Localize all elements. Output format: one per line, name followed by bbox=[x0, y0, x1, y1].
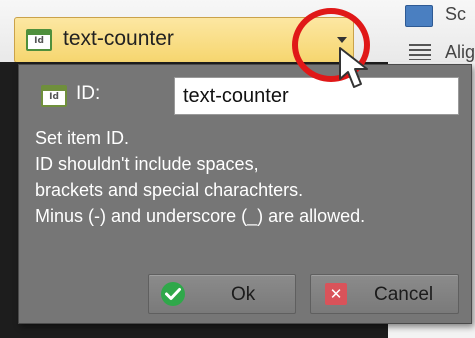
id-badge-icon: Id bbox=[26, 29, 52, 51]
align-icon[interactable] bbox=[409, 44, 431, 60]
id-help-text: Set item ID. ID shouldn't include spaces… bbox=[35, 125, 455, 229]
id-editor-popup: Id ID: Set item ID. ID shouldn't include… bbox=[18, 64, 472, 324]
ok-button[interactable]: Ok bbox=[148, 274, 296, 314]
help-line: ID shouldn't include spaces, bbox=[35, 154, 259, 174]
cancel-button-label: Cancel bbox=[374, 284, 434, 305]
ok-button-label: Ok bbox=[231, 284, 256, 305]
check-circle-icon bbox=[161, 282, 185, 306]
help-line: Minus (-) and underscore (_) are allowed… bbox=[35, 206, 366, 226]
id-field-label: ID: bbox=[76, 83, 101, 104]
help-line: Set item ID. bbox=[35, 128, 130, 148]
cancel-button[interactable]: ✕ Cancel bbox=[310, 274, 459, 314]
id-input[interactable] bbox=[174, 77, 459, 115]
help-line: brackets and special charachters. bbox=[35, 180, 304, 200]
mouse-pointer-icon bbox=[339, 47, 368, 88]
image-icon[interactable] bbox=[405, 5, 433, 27]
id-badge-icon: Id bbox=[41, 85, 67, 107]
toolbar-item-1-label[interactable]: Sc bbox=[445, 4, 466, 25]
toolbar-item-2-label[interactable]: Alig bbox=[445, 42, 475, 63]
combo-value: text-counter bbox=[63, 27, 174, 50]
x-square-icon: ✕ bbox=[325, 283, 347, 305]
